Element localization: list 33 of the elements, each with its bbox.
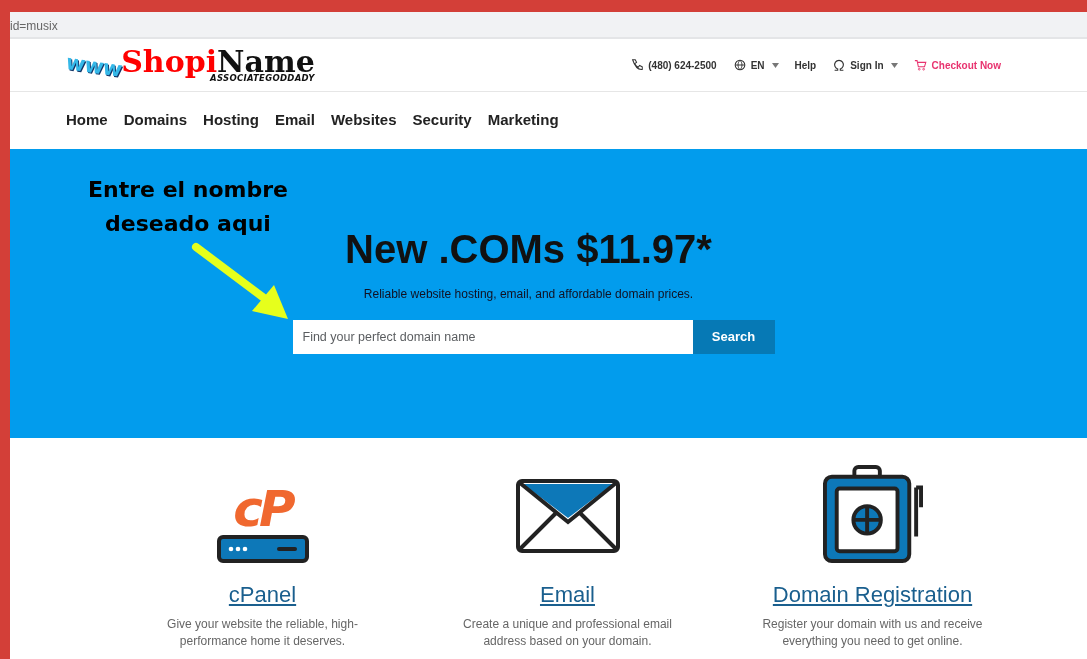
address-bar-text: id=musix	[10, 19, 58, 33]
hero-title: New .COMs $11.97*	[345, 229, 712, 269]
utility-link[interactable]: Help	[794, 57, 817, 73]
caret-icon	[771, 62, 779, 68]
nav-link[interactable]: Websites	[330, 109, 397, 132]
annotation-text: Entre el nombre deseado aqui	[87, 176, 289, 238]
utility-link[interactable]: Checkout Now	[913, 57, 1001, 73]
feature-link[interactable]: cPanel	[228, 578, 297, 611]
utility-link[interactable]: Sign In	[832, 57, 898, 73]
nav-link[interactable]: Hosting	[203, 109, 259, 132]
cart-icon	[913, 58, 928, 72]
nav-link[interactable]: Security	[412, 109, 472, 132]
domain-search-field[interactable]: Find your perfect domain name	[292, 320, 693, 354]
nav-link[interactable]: Marketing	[487, 109, 559, 132]
hero-subtitle: Reliable website hosting, email, and affordable domain prices.	[363, 286, 694, 303]
feature-link[interactable]: Email	[540, 578, 595, 611]
nav-link[interactable]: Home	[66, 109, 108, 132]
phone-icon	[630, 58, 645, 72]
feature-description: Register your domain with us and receive everything you need to get online.	[761, 616, 984, 650]
feature-description: Create a unique and professional email address based on your domain.	[462, 616, 673, 650]
user-icon	[832, 58, 847, 72]
search-button[interactable]: Search	[692, 320, 775, 354]
feature-description: Give your website the reliable, high-performance home it deserves.	[166, 616, 359, 650]
globe-icon	[732, 58, 747, 72]
nav-link[interactable]: Email	[274, 109, 315, 132]
envelope-icon	[514, 478, 621, 554]
nav-link[interactable]: Domains	[123, 109, 188, 132]
utility-link[interactable]: (480) 624-2500	[630, 57, 717, 73]
cpanel-logo: cP	[216, 484, 309, 564]
utility-link[interactable]: EN	[732, 57, 779, 73]
feature-link[interactable]: Domain Registration	[772, 578, 973, 611]
caret-icon	[890, 62, 898, 68]
server-icon	[216, 534, 309, 564]
